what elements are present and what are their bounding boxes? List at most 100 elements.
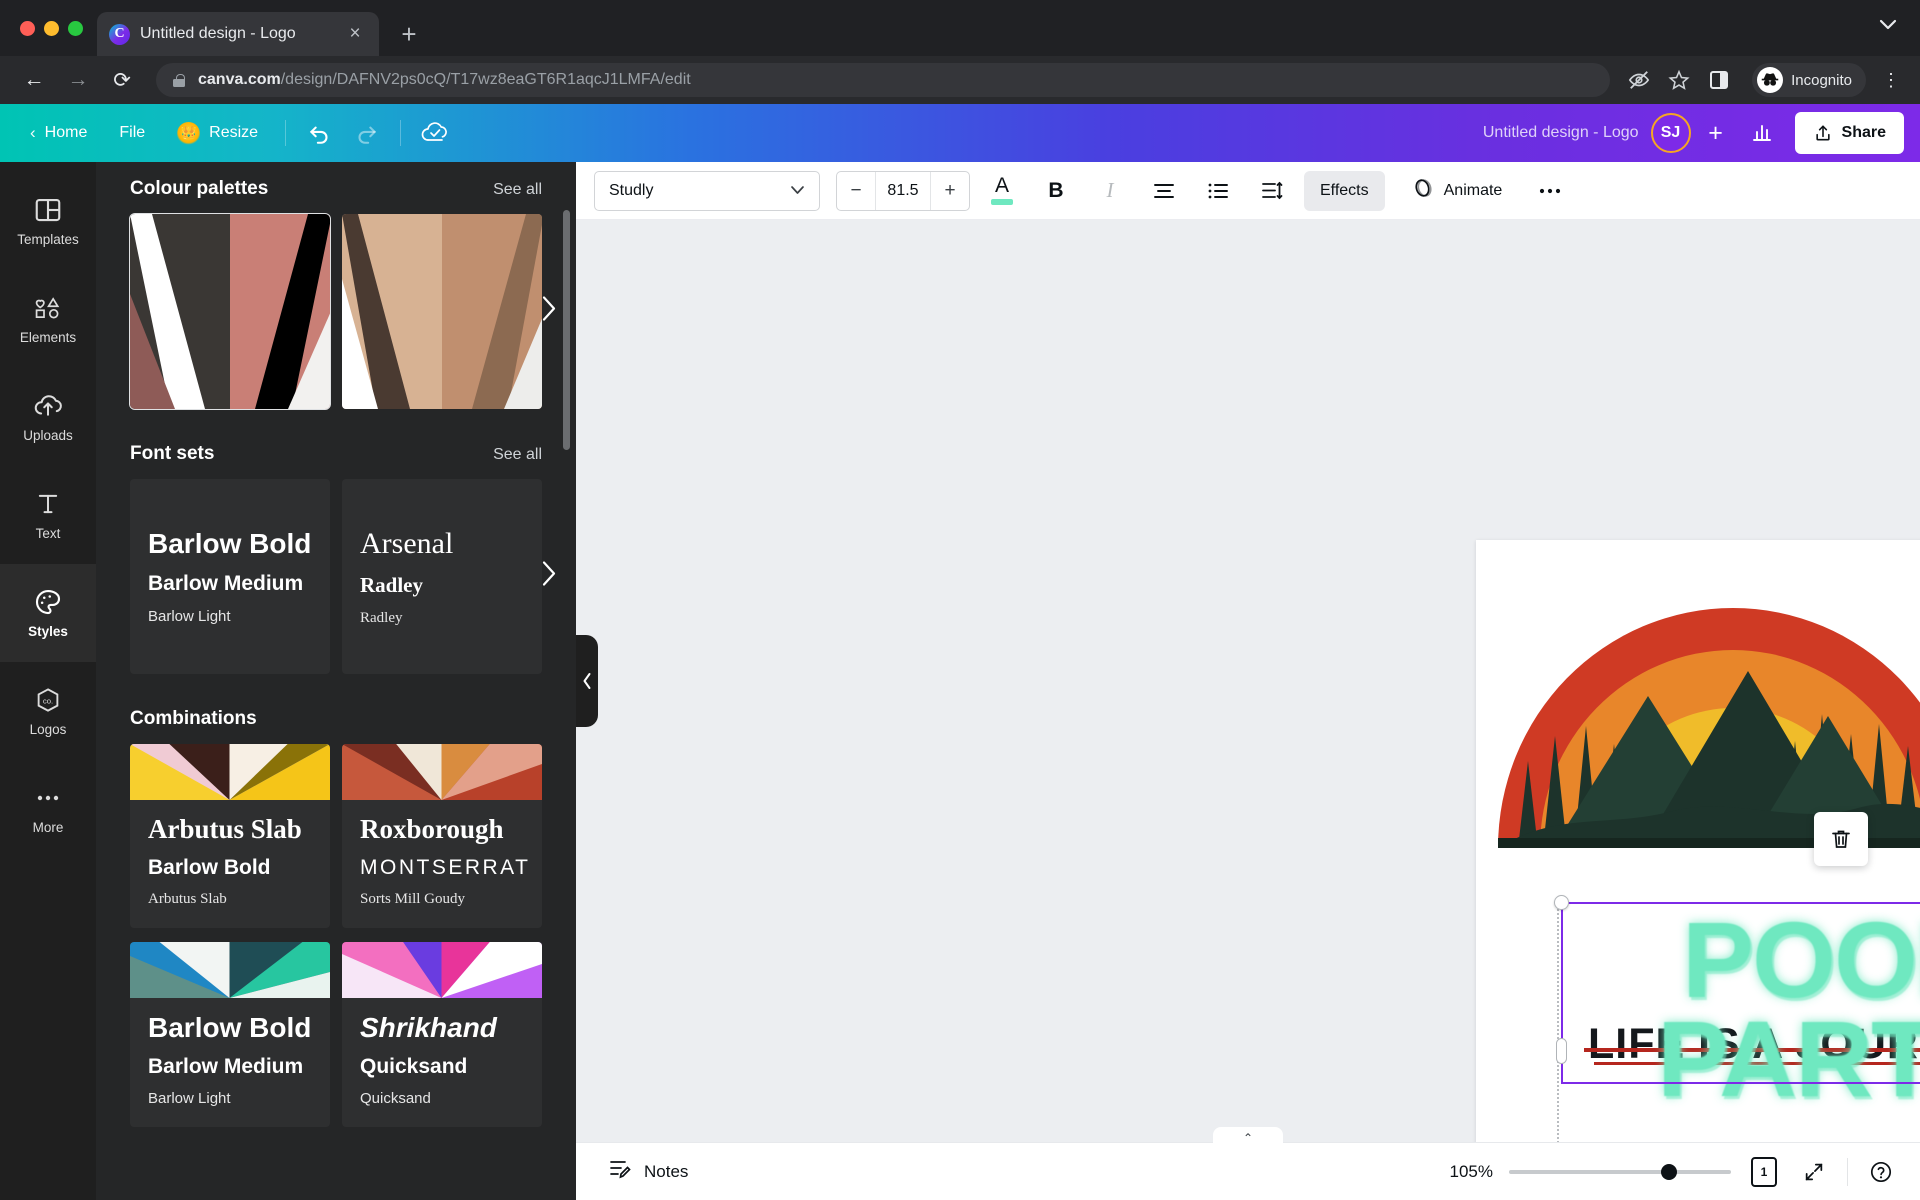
page-manager-button[interactable]: 1 xyxy=(1747,1155,1781,1189)
italic-button[interactable]: I xyxy=(1088,169,1132,213)
combination-card[interactable]: Roxborough MONTSERRAT Sorts Mill Goudy xyxy=(342,744,542,928)
incognito-profile-button[interactable]: Incognito xyxy=(1752,63,1866,97)
sidebar-item-uploads[interactable]: Uploads xyxy=(0,368,96,466)
combination-line3: Quicksand xyxy=(360,1090,431,1107)
browser-tab[interactable]: C Untitled design - Logo × xyxy=(97,12,379,56)
undo-button[interactable] xyxy=(299,112,341,154)
section-title: Font sets xyxy=(130,443,215,464)
chevron-down-icon xyxy=(790,182,805,200)
left-rail: Templates Elements Uploads Text Styles c… xyxy=(0,162,96,1200)
back-button[interactable]: ← xyxy=(14,60,54,100)
help-button[interactable] xyxy=(1864,1155,1898,1189)
colour-palettes-header: Colour palettes See all xyxy=(130,178,542,200)
animate-button[interactable]: Animate xyxy=(1395,171,1519,211)
palette-card[interactable] xyxy=(129,213,331,410)
resize-handle-top-left[interactable] xyxy=(1554,895,1569,910)
collapse-timeline-button[interactable]: ⌃ xyxy=(1213,1127,1283,1145)
add-collaborator-button[interactable]: + xyxy=(1703,120,1729,146)
incognito-label: Incognito xyxy=(1791,71,1852,89)
combination-line3: Barlow Light xyxy=(148,1090,231,1107)
palette-half xyxy=(342,214,442,409)
tab-title: Untitled design - Logo xyxy=(140,25,296,42)
resize-handle-left[interactable] xyxy=(1556,1038,1567,1064)
sidebar-item-elements[interactable]: Elements xyxy=(0,270,96,368)
cloud-saved-icon[interactable] xyxy=(414,112,456,154)
minimize-window-button[interactable] xyxy=(44,20,59,36)
share-button[interactable]: Share xyxy=(1794,112,1904,154)
sidebar-toggle-icon[interactable] xyxy=(1704,65,1734,95)
sidebar-item-logos[interactable]: co. Logos xyxy=(0,662,96,760)
effects-button[interactable]: Effects xyxy=(1304,170,1385,211)
close-tab-icon[interactable]: × xyxy=(343,22,367,46)
notes-button[interactable]: Notes xyxy=(598,1152,698,1191)
window-controls xyxy=(12,0,97,56)
align-button[interactable] xyxy=(1142,169,1186,213)
avatar[interactable]: SJ xyxy=(1650,113,1691,153)
text-color-swatch xyxy=(991,199,1013,205)
combination-card[interactable]: Shrikhand Quicksand Quicksand xyxy=(342,942,542,1127)
topbar-right: Untitled design - Logo SJ + Share xyxy=(1483,112,1904,154)
canva-app: ‹ Home File 👑 Resize Untitled design - L… xyxy=(0,104,1920,1200)
delete-element-button[interactable] xyxy=(1814,812,1868,866)
combination-card[interactable]: Barlow Bold Barlow Medium Barlow Light xyxy=(130,942,330,1127)
sidebar-item-text[interactable]: Text xyxy=(0,466,96,564)
fullscreen-button[interactable] xyxy=(1797,1155,1831,1189)
file-menu-button[interactable]: File xyxy=(105,117,159,149)
reload-button[interactable]: ⟳ xyxy=(102,60,142,100)
increase-font-size-button[interactable]: + xyxy=(931,172,969,210)
browser-menu-button[interactable]: ⋮ xyxy=(1876,71,1906,89)
bullet-list-button[interactable] xyxy=(1196,169,1240,213)
new-tab-button[interactable]: + xyxy=(389,12,429,56)
decrease-font-size-button[interactable]: − xyxy=(837,172,875,210)
zoom-slider[interactable] xyxy=(1509,1163,1731,1180)
forward-button[interactable]: → xyxy=(58,60,98,100)
panel-scrollbar[interactable] xyxy=(563,210,570,450)
zoom-slider-knob[interactable] xyxy=(1661,1163,1677,1180)
tab-list-chevron-down-icon[interactable] xyxy=(1878,18,1898,36)
combination-swatch xyxy=(342,744,542,800)
collapse-panel-button[interactable] xyxy=(576,635,598,727)
elements-icon xyxy=(32,293,64,323)
font-set-card[interactable]: Arsenal Radley Radley xyxy=(342,479,542,674)
eye-slash-icon[interactable] xyxy=(1624,65,1654,95)
palette-card[interactable] xyxy=(342,214,542,409)
sidebar-item-templates[interactable]: Templates xyxy=(0,172,96,270)
address-bar[interactable]: canva.com/design/DAFNV2ps0cQ/T17wz8eaGT6… xyxy=(156,63,1611,97)
sidebar-item-label: More xyxy=(32,820,64,835)
combination-line2: Quicksand xyxy=(360,1055,468,1078)
palette-half xyxy=(230,214,330,409)
palettes-next-chevron-right-icon[interactable] xyxy=(534,293,564,330)
bottom-bar: ⌃ Notes 105% 1 xyxy=(576,1127,1920,1200)
see-all-font-sets[interactable]: See all xyxy=(493,446,542,464)
bold-button[interactable]: B xyxy=(1034,169,1078,213)
section-title: Combinations xyxy=(130,708,257,729)
combinations-header: Combinations xyxy=(130,708,542,730)
combination-card[interactable]: Arbutus Slab Barlow Bold Arbutus Slab xyxy=(130,744,330,928)
sidebar-item-more[interactable]: More xyxy=(0,760,96,858)
bold-label: B xyxy=(1048,178,1064,202)
text-bounding-box[interactable] xyxy=(1561,902,1920,1084)
text-color-button[interactable]: A xyxy=(980,169,1024,213)
app-body: Templates Elements Uploads Text Styles c… xyxy=(0,162,1920,1200)
home-button[interactable]: ‹ Home xyxy=(16,116,101,150)
redo-button[interactable] xyxy=(345,112,387,154)
font-set-card[interactable]: Barlow Bold Barlow Medium Barlow Light xyxy=(130,479,330,674)
sidebar-item-styles[interactable]: Styles xyxy=(0,564,96,662)
more-options-button[interactable] xyxy=(1528,169,1572,213)
line-spacing-button[interactable] xyxy=(1250,169,1294,213)
font-sets-next-chevron-right-icon[interactable] xyxy=(534,558,564,595)
maximize-window-button[interactable] xyxy=(68,20,83,36)
close-window-button[interactable] xyxy=(20,20,35,36)
home-label: Home xyxy=(44,124,88,141)
font-size-input[interactable]: 81.5 xyxy=(875,171,931,210)
font-family-select[interactable]: Studly xyxy=(594,170,820,211)
combination-swatch xyxy=(130,744,330,800)
sunset-mountains-icon[interactable] xyxy=(1498,576,1920,848)
resize-button[interactable]: 👑 Resize xyxy=(163,115,272,152)
toolbar-actions: Incognito ⋮ xyxy=(1624,63,1906,97)
canva-favicon-icon: C xyxy=(109,23,130,45)
canvas-area[interactable]: LIFE IS A JOURNEY POOL PARTY xyxy=(576,220,1920,1142)
star-icon[interactable] xyxy=(1664,65,1694,95)
see-all-colour-palettes[interactable]: See all xyxy=(493,181,542,199)
insights-icon[interactable] xyxy=(1741,112,1783,154)
